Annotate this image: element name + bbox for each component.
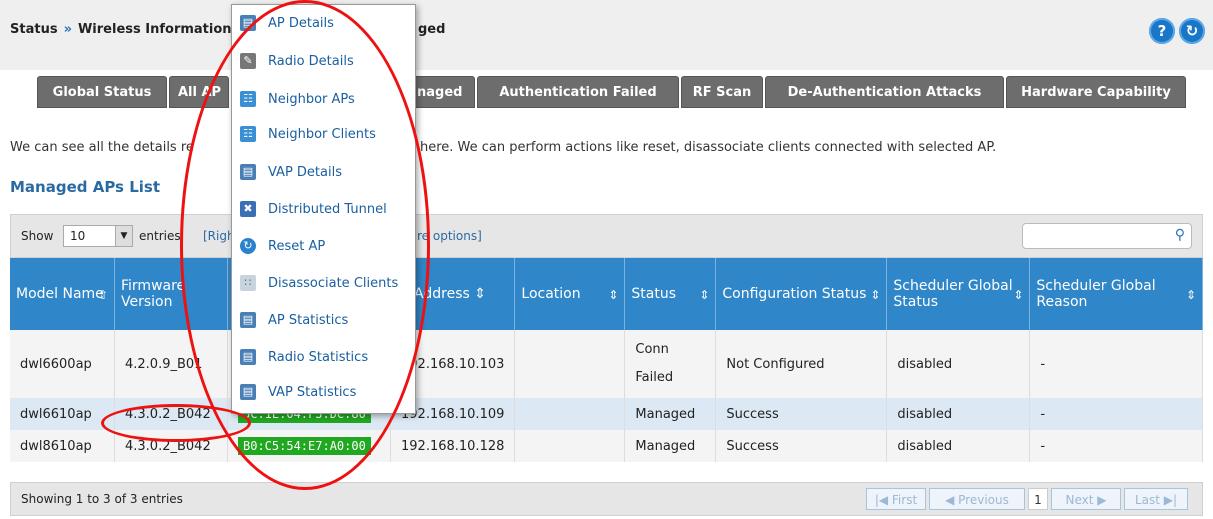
column-header-location[interactable]: Location ⇕ [514, 258, 626, 330]
breadcrumb-current: ged [418, 22, 446, 37]
cell-scheduler-status: disabled [886, 398, 1031, 430]
cell-status: Managed [624, 430, 717, 462]
description-left: We can see all the details re [10, 140, 194, 155]
tab-global-status[interactable]: Global Status [37, 76, 167, 108]
column-label: Configuration Status [722, 286, 867, 302]
column-header-scheduler-reason[interactable]: Scheduler Global Reason ⇕ [1029, 258, 1203, 330]
cell-model: dwl6600ap [10, 330, 115, 398]
cell-config-status: Success [715, 398, 888, 430]
next-page-icon: ▶ [1093, 493, 1107, 507]
first-page-button[interactable]: |◀ First [866, 488, 926, 510]
tab-managed[interactable]: naged [412, 76, 475, 108]
chevron-down-icon: ▼ [115, 226, 132, 246]
previous-page-icon: ◀ [945, 493, 959, 507]
sort-icon: ⇕ [870, 288, 881, 302]
cell-config-status: Not Configured [715, 330, 888, 398]
column-label: Status [631, 286, 677, 302]
help-button[interactable]: ? [1149, 18, 1175, 44]
cell-scheduler-reason: - [1029, 430, 1203, 462]
last-page-label: Last [1134, 493, 1160, 507]
annotation-ellipse-firmware [101, 404, 251, 442]
last-page-icon: ▶| [1159, 493, 1178, 507]
cell-location [514, 330, 626, 398]
cell-model: dwl6610ap [10, 398, 115, 430]
tab-rf-scan[interactable]: RF Scan [681, 76, 763, 108]
sort-icon: ⇕ [1185, 288, 1196, 302]
breadcrumb-wireless[interactable]: Wireless Information [78, 22, 232, 37]
cell-status: Conn Failed [624, 330, 717, 398]
entries-label: entries [139, 229, 181, 243]
column-label: Scheduler Global Reason [1036, 278, 1156, 310]
sort-icon: ⇕ [1013, 288, 1024, 302]
column-label: Scheduler Global Status [893, 278, 1013, 310]
refresh-button[interactable]: ↻ [1179, 18, 1205, 44]
sort-up-icon: ⇧ [97, 288, 108, 302]
cell-config-status: Success [715, 430, 888, 462]
cell-status: Managed [624, 398, 717, 430]
cell-location [514, 430, 626, 462]
description-right: here. We can perform actions like reset,… [420, 140, 997, 155]
tab-hardware-capability[interactable]: Hardware Capability [1006, 76, 1186, 108]
cell-scheduler-status: disabled [886, 430, 1031, 462]
previous-page-label: Previous [958, 493, 1009, 507]
sort-icon: ⇕ [608, 288, 619, 302]
entries-info: Showing 1 to 3 of 3 entries [21, 492, 183, 506]
tab-authentication-failed[interactable]: Authentication Failed [477, 76, 679, 108]
show-label: Show [21, 229, 54, 243]
column-header-status[interactable]: Status ⇕ [624, 258, 717, 330]
next-page-button[interactable]: Next ▶ [1051, 488, 1121, 510]
search-input[interactable]: ⚲ [1022, 223, 1192, 249]
cell-scheduler-reason: - [1029, 398, 1203, 430]
sort-icon: ⇕ [699, 288, 710, 302]
breadcrumb-separator: » [63, 22, 72, 37]
cell-model: dwl8610ap [10, 430, 115, 462]
column-header-model[interactable]: Model Name ⇧ [10, 258, 115, 330]
breadcrumb-status[interactable]: Status [10, 22, 58, 37]
cell-scheduler-status: disabled [886, 330, 1031, 398]
column-label: Firmware Version [121, 278, 186, 310]
last-page-button[interactable]: Last ▶| [1124, 488, 1188, 510]
entries-select[interactable]: 10 ▼ [63, 225, 133, 247]
sort-icon: ⇕ [474, 286, 486, 302]
first-page-icon: |◀ [874, 493, 892, 507]
page-title: Managed APs List [10, 178, 161, 196]
cell-scheduler-reason: - [1029, 330, 1203, 398]
first-page-label: First [891, 493, 918, 507]
search-icon: ⚲ [1174, 227, 1185, 243]
table-footer: Showing 1 to 3 of 3 entries |◀ First ◀ P… [10, 482, 1203, 516]
previous-page-button[interactable]: ◀ Previous [929, 488, 1025, 510]
column-label: Location [521, 286, 581, 302]
next-page-label: Next [1065, 493, 1094, 507]
column-label: Model Name [16, 286, 104, 302]
page-1-button[interactable]: 1 [1028, 488, 1048, 510]
tab-deauth-attacks[interactable]: De-Authentication Attacks [765, 76, 1004, 108]
cell-location [514, 398, 626, 430]
cell-ip: 192.168.10.128 [390, 430, 516, 462]
breadcrumb: Status » Wireless Information [10, 22, 232, 37]
column-header-scheduler-status[interactable]: Scheduler Global Status ⇕ [886, 258, 1031, 330]
pagination: |◀ First ◀ Previous 1 Next ▶ Last ▶| [866, 488, 1196, 510]
entries-select-value: 10 [70, 229, 86, 243]
column-header-config-status[interactable]: Configuration Status ⇕ [715, 258, 888, 330]
